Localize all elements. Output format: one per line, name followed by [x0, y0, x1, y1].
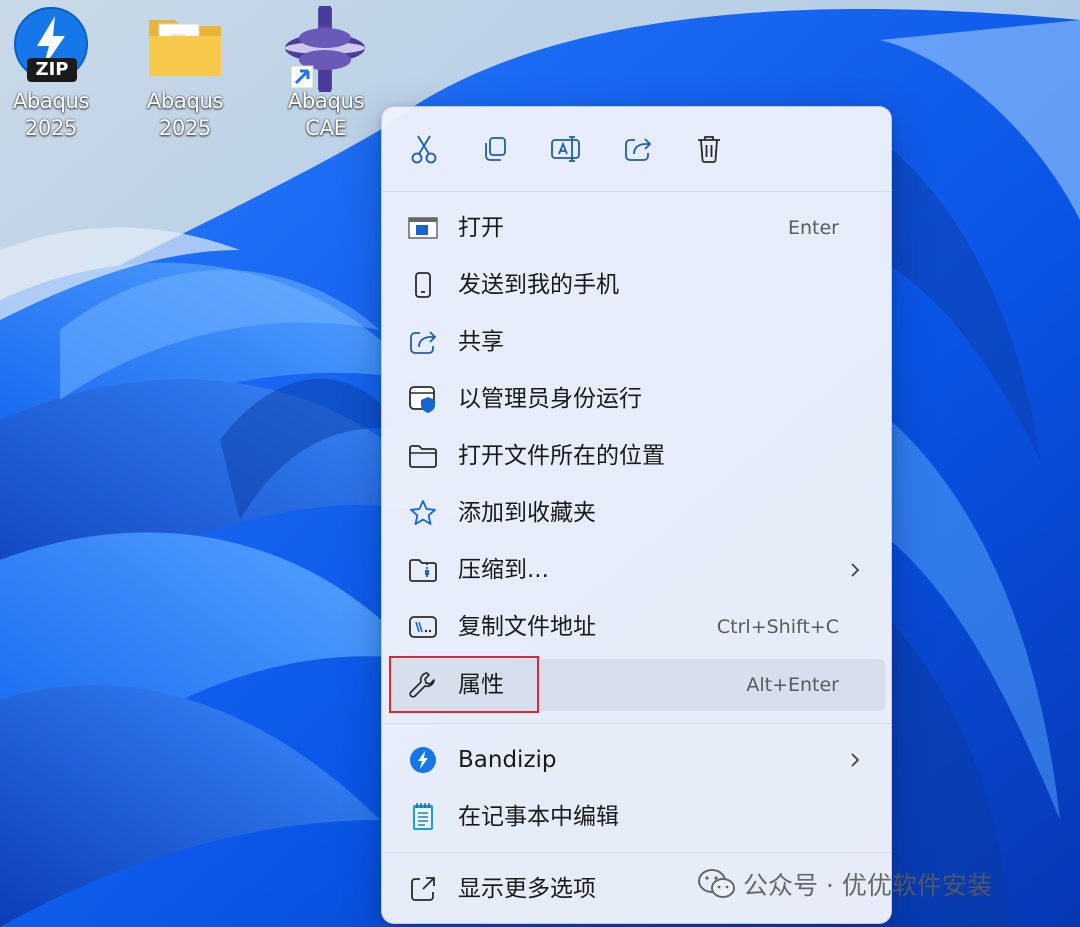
trash-icon — [698, 136, 720, 163]
menu-item-label: 复制文件地址 — [458, 614, 596, 640]
folder-icon — [145, 6, 225, 86]
shield-icon — [408, 384, 438, 414]
folder-icon — [408, 441, 438, 471]
menu-item-label: 打开文件所在的位置 — [458, 443, 665, 469]
chevron-right-icon — [851, 753, 860, 767]
star-icon — [408, 498, 438, 528]
wechat-icon — [698, 869, 735, 898]
delete-button[interactable] — [689, 129, 729, 169]
menu-item-add-to-favorites[interactable]: 添加到收藏夹 — [390, 487, 885, 539]
phone-icon — [408, 270, 438, 300]
menu-item-label: 显示更多选项 — [458, 876, 596, 902]
menu-item-copy-as-path[interactable]: 复制文件地址 Ctrl+Shift+C — [390, 601, 885, 653]
desktop-icon-abaqus-cae[interactable]: Abaqus CAE — [264, 6, 388, 142]
menu-item-label: 以管理员身份运行 — [458, 386, 642, 412]
menu-divider — [382, 852, 891, 853]
desktop-icon-label: Abaqus CAE — [287, 89, 365, 140]
share-icon — [625, 138, 652, 161]
share-icon — [408, 327, 438, 357]
menu-item-edit-in-notepad[interactable]: 在记事本中编辑 — [390, 791, 885, 843]
menu-item-compress-to[interactable]: 压缩到... — [390, 544, 885, 596]
rename-icon — [551, 136, 580, 162]
menu-item-label: 在记事本中编辑 — [458, 804, 619, 830]
menu-item-open[interactable]: 打开 Enter — [390, 202, 885, 254]
menu-item-label: 共享 — [458, 329, 504, 355]
menu-item-bandizip[interactable]: Bandizip — [390, 734, 885, 786]
menu-item-shortcut: Ctrl+Shift+C — [716, 616, 839, 638]
menu-item-shortcut: Alt+Enter — [746, 674, 839, 696]
context-menu-toolbar — [382, 107, 891, 191]
rename-button[interactable] — [546, 129, 586, 169]
watermark: 公众号 · 优优软件安装 — [697, 862, 992, 906]
bandizip-zip-icon: ZIP — [11, 6, 91, 86]
menu-item-send-to-phone[interactable]: 发送到我的手机 — [390, 259, 885, 311]
menu-divider — [382, 723, 891, 724]
copy-button[interactable] — [475, 129, 515, 169]
menu-item-shortcut: Enter — [788, 217, 839, 239]
zip-badge-text: ZIP — [35, 59, 69, 80]
abaqus-cae-icon — [285, 6, 366, 92]
bandizip-icon — [408, 745, 438, 775]
notepad-icon — [408, 802, 438, 832]
menu-item-open-file-location[interactable]: 打开文件所在的位置 — [390, 430, 885, 482]
desktop-icon-label: Abaqus 2025 — [12, 89, 90, 140]
path-icon — [408, 612, 438, 642]
annotation-highlight-box — [389, 656, 539, 713]
desktop-icon-bandizip[interactable]: ZIP Abaqus 2025 — [0, 6, 106, 142]
menu-item-run-as-admin[interactable]: 以管理员身份运行 — [390, 373, 885, 425]
menu-item-label: Bandizip — [458, 747, 557, 773]
zip-folder-icon — [408, 555, 438, 585]
expand-icon — [408, 874, 438, 904]
desktop-icon-folder[interactable]: Abaqus 2025 — [130, 6, 240, 142]
menu-item-label: 发送到我的手机 — [458, 272, 619, 298]
desktop-icon-label: Abaqus 2025 — [146, 89, 224, 140]
menu-item-label: 压缩到... — [458, 557, 549, 583]
scissors-icon — [411, 135, 437, 164]
context-menu: 打开 Enter 发送到我的手机 共享 以管理员身份运行 打开文件所在的位置 添… — [381, 106, 892, 924]
copy-icon — [485, 137, 506, 161]
cut-button[interactable] — [404, 129, 444, 169]
share-button[interactable] — [618, 129, 658, 169]
menu-item-share[interactable]: 共享 — [390, 316, 885, 368]
menu-item-label: 添加到收藏夹 — [458, 500, 596, 526]
chevron-right-icon — [851, 563, 860, 577]
menu-item-label: 打开 — [458, 215, 504, 241]
menu-divider — [382, 191, 891, 192]
watermark-text: 公众号 · 优优软件安装 — [743, 871, 992, 900]
app-window-icon — [408, 213, 438, 243]
